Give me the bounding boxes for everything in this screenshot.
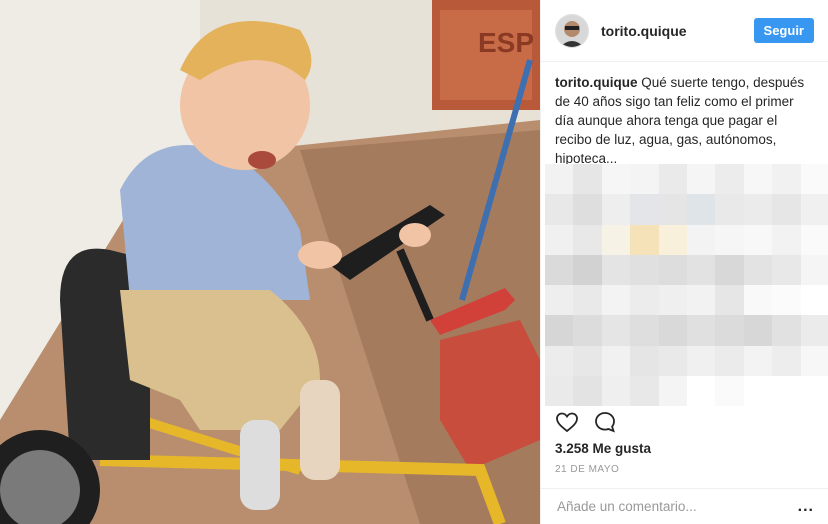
heart-icon[interactable]: [555, 410, 579, 439]
action-bar: [555, 410, 617, 439]
comment-icon[interactable]: [593, 410, 617, 439]
caption: torito.quique Qué suerte tengo, después …: [541, 62, 828, 168]
avatar-image: [556, 14, 588, 47]
post-header: torito.quique Seguir: [541, 0, 828, 62]
avatar[interactable]: [555, 13, 589, 48]
svg-text:ESP: ESP: [478, 27, 534, 58]
pixelated-comments-area: [545, 164, 828, 406]
likes-count[interactable]: 3.258 Me gusta: [555, 441, 651, 456]
follow-button[interactable]: Seguir: [753, 18, 814, 43]
header-username[interactable]: torito.quique: [601, 23, 754, 39]
more-options-icon[interactable]: ...: [798, 498, 814, 516]
post-sidebar: torito.quique Seguir torito.quique Qué s…: [540, 0, 828, 524]
caption-username[interactable]: torito.quique: [555, 75, 637, 90]
instagram-post: ESP torito.quique Seguir torito.quique Q…: [0, 0, 828, 524]
comment-input[interactable]: [555, 498, 798, 515]
photo-illustration: ESP: [0, 0, 540, 524]
post-date[interactable]: 21 DE MAYO: [555, 464, 619, 475]
comment-bar: ...: [541, 488, 828, 524]
post-photo[interactable]: ESP: [0, 0, 540, 524]
